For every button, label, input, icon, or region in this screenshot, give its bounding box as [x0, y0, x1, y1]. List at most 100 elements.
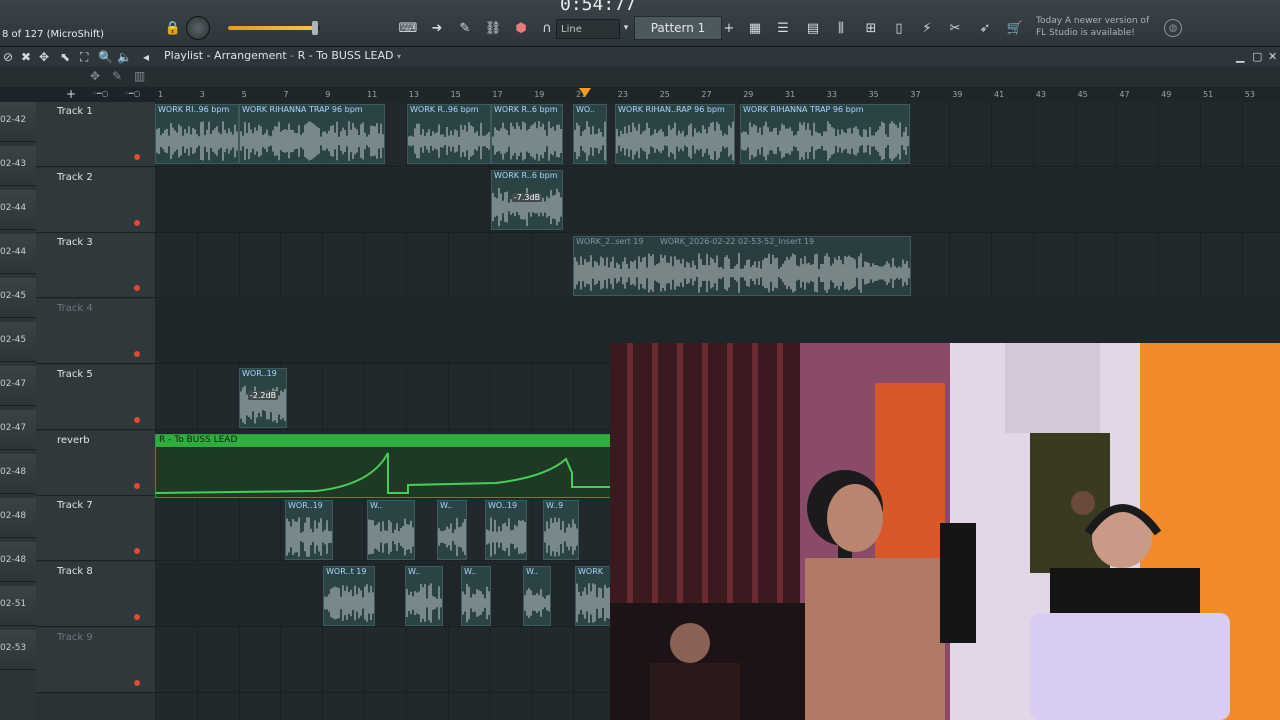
- track-mute-led[interactable]: [134, 351, 140, 358]
- add-pattern-icon[interactable]: +: [722, 18, 736, 38]
- pattern-picker-item[interactable]: 02-45: [0, 322, 36, 362]
- audio-clip[interactable]: WORK_2..sert 19 WORK_2026-02-22 02-53-52…: [573, 236, 911, 296]
- lock-icon[interactable]: 🔒: [165, 18, 181, 38]
- playlist-icon[interactable]: ▦: [746, 18, 764, 38]
- pattern-picker-item[interactable]: 02-42: [0, 102, 36, 142]
- pattern-picker-item[interactable]: 02-47: [0, 366, 36, 406]
- close-icon[interactable]: ✕: [1268, 50, 1277, 63]
- audio-clip[interactable]: WOR..t 19: [323, 566, 375, 626]
- channel-rack-icon[interactable]: ☰: [774, 18, 792, 38]
- magnet-icon[interactable]: ∩: [540, 18, 554, 38]
- browser-icon[interactable]: ⊞: [862, 18, 880, 38]
- audio-clip[interactable]: WO..: [573, 104, 607, 164]
- pattern-picker-item[interactable]: 02-48: [0, 454, 36, 494]
- track-mute-led[interactable]: [134, 679, 140, 686]
- audio-clip[interactable]: W..: [461, 566, 491, 626]
- update-notice[interactable]: Today A newer version of FL Studio is av…: [1036, 15, 1156, 39]
- audio-clip[interactable]: W..: [405, 566, 443, 626]
- piano-roll-icon[interactable]: ▤: [804, 18, 822, 38]
- add-track-icon[interactable]: +: [66, 87, 76, 101]
- export-icon[interactable]: ➶: [976, 18, 994, 38]
- snap-dropdown-icon[interactable]: ▾: [620, 18, 632, 38]
- tools-icon[interactable]: ✂: [946, 18, 964, 38]
- track-header[interactable]: Track 3: [36, 233, 155, 299]
- link-icon[interactable]: ⛓: [484, 18, 502, 38]
- track-mute-led[interactable]: [134, 416, 140, 423]
- audio-clip[interactable]: WORK R..96 bpm: [407, 104, 491, 164]
- automation-clip[interactable]: R - To BUSS LEAD: [155, 434, 612, 498]
- track-header[interactable]: Track 9: [36, 627, 155, 693]
- track-header[interactable]: Track 2: [36, 167, 155, 233]
- step-icon[interactable]: ✥: [90, 69, 100, 83]
- audio-clip[interactable]: WORK RIHANNA TRAP 96 bpm: [740, 104, 910, 164]
- pattern-picker-item[interactable]: 02-44: [0, 190, 36, 230]
- track-mute-led[interactable]: [134, 482, 140, 489]
- audio-clip[interactable]: WORK RIHAN..RAP 96 bpm: [615, 104, 735, 164]
- file-icon[interactable]: ▯: [890, 18, 908, 38]
- audio-clip[interactable]: W..: [523, 566, 551, 626]
- master-volume-slider[interactable]: [228, 21, 320, 35]
- pattern-picker-item[interactable]: 02-51: [0, 586, 36, 626]
- stamp-icon[interactable]: ⬢: [512, 18, 530, 38]
- maximize-icon[interactable]: ▢: [1252, 50, 1262, 63]
- minimize-icon[interactable]: ▁: [1236, 50, 1244, 63]
- audio-clip[interactable]: W..: [367, 500, 415, 560]
- zoom-icon[interactable]: 🔍: [98, 50, 113, 64]
- audio-clip[interactable]: WO..19: [485, 500, 527, 560]
- cart-icon[interactable]: 🛒: [1006, 18, 1024, 38]
- waveform: [156, 121, 238, 161]
- snap-select[interactable]: Line: [556, 19, 620, 39]
- track-header[interactable]: Track 5: [36, 364, 155, 430]
- pan-knob[interactable]: [186, 16, 210, 40]
- brush-icon[interactable]: ✎: [456, 18, 474, 38]
- status-hint: 8 of 127 (MicroShift): [2, 29, 105, 40]
- audio-clip[interactable]: WORK R..6 bpm: [491, 104, 563, 164]
- move-icon[interactable]: ✥: [39, 50, 49, 64]
- speaker-icon[interactable]: 🔈: [117, 50, 132, 64]
- select-icon[interactable]: ⬉: [60, 50, 70, 64]
- track-mute-led[interactable]: [134, 548, 140, 555]
- no-entry-icon[interactable]: ⊘: [3, 50, 13, 64]
- track-header[interactable]: Track 7: [36, 496, 155, 562]
- track-mute-led[interactable]: [134, 613, 140, 620]
- zoom-v-slider[interactable]: ◦━○: [92, 89, 109, 98]
- track-header[interactable]: Track 1: [36, 102, 155, 167]
- track-header[interactable]: reverb: [36, 430, 155, 496]
- globe-icon[interactable]: ◍: [1164, 19, 1182, 37]
- audio-clip[interactable]: WORK RI..96 bpm: [155, 104, 239, 164]
- pattern-picker-item[interactable]: 02-47: [0, 410, 36, 450]
- pattern-picker-item[interactable]: 02-53: [0, 630, 36, 670]
- playlist-menu-icon[interactable]: ◂: [143, 50, 149, 64]
- playlist-title[interactable]: Playlist - Arrangement - R - To BUSS LEA…: [164, 49, 401, 62]
- fullscreen-icon[interactable]: ⛶: [80, 50, 88, 65]
- audio-clip[interactable]: WORK R..6 bpm -7.3dB: [491, 170, 563, 230]
- mute-icon[interactable]: ✖: [21, 50, 31, 64]
- arrow-icon[interactable]: ➜: [428, 18, 446, 38]
- audio-clip[interactable]: W..: [437, 500, 467, 560]
- track-lane[interactable]: [155, 167, 1280, 233]
- pencil-icon[interactable]: ✎: [112, 69, 122, 83]
- track-mute-led[interactable]: [134, 285, 140, 292]
- audio-clip[interactable]: W..9: [543, 500, 579, 560]
- zoom-h-slider[interactable]: ◦━○: [124, 89, 141, 98]
- piano-icon[interactable]: ⌨: [398, 18, 418, 38]
- track-header[interactable]: Track 8: [36, 561, 155, 627]
- pattern-picker-item[interactable]: 02-48: [0, 498, 36, 538]
- timeline-ruler[interactable]: 1 3 5 7 9 11 13 15 17 19 21 23 25 27 29 31 33 35 37 39 41 43 4…: [155, 88, 1280, 103]
- track-mute-led[interactable]: [134, 219, 140, 226]
- track-mute-led[interactable]: [134, 154, 140, 160]
- audio-clip[interactable]: WORK RIHANNA TRAP 96 bpm: [239, 104, 385, 164]
- track-header[interactable]: Track 4: [36, 299, 155, 365]
- pattern-picker-item[interactable]: 02-48: [0, 542, 36, 582]
- piano-mini-icon[interactable]: ▥: [134, 69, 145, 83]
- pattern-picker-item[interactable]: 02-43: [0, 146, 36, 186]
- audio-clip[interactable]: WOR..19 -2.2dB: [239, 368, 287, 428]
- mixer-icon[interactable]: ⫼: [832, 18, 850, 38]
- audio-clip[interactable]: WORK: [575, 566, 611, 626]
- pattern-selector[interactable]: Pattern 1: [634, 16, 722, 40]
- audio-clip[interactable]: WOR..19: [285, 500, 333, 560]
- plugin-icon[interactable]: ⚡: [918, 18, 936, 38]
- pattern-picker-item[interactable]: 02-44: [0, 234, 36, 274]
- pattern-picker-item[interactable]: 02-45: [0, 278, 36, 318]
- playhead-marker[interactable]: [579, 88, 591, 97]
